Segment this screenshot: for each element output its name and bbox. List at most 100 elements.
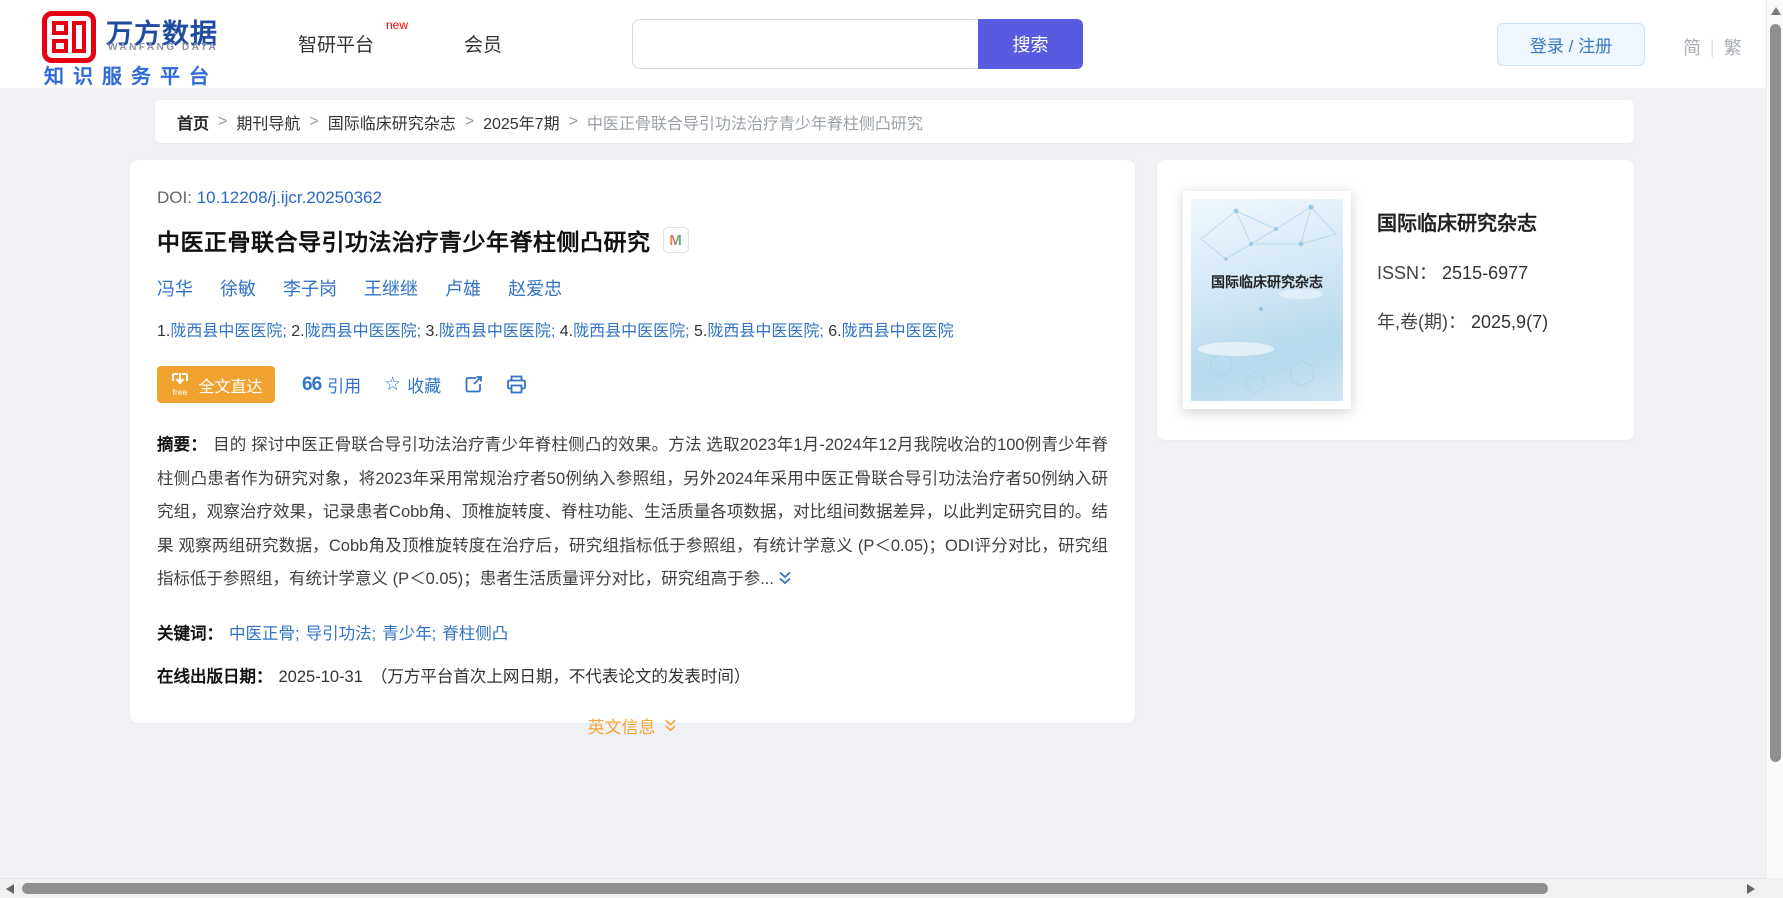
lang-traditional[interactable]: 繁 bbox=[1724, 34, 1742, 60]
favorite-button[interactable]: ☆ 收藏 bbox=[384, 372, 441, 397]
pubdate-note: （万方平台首次上网日期，不代表论文的发表时间） bbox=[370, 667, 751, 686]
brand-tagline: 知识服务平台 bbox=[44, 66, 218, 88]
journal-card: 国际临床研究杂志 国际临床研究杂志 ISSN： 2515-6977 年,卷(期)… bbox=[1157, 160, 1634, 440]
journal-name-link[interactable]: 国际临床研究杂志 bbox=[1377, 207, 1548, 236]
english-info-row: 英文信息 bbox=[157, 713, 1108, 738]
breadcrumb-home[interactable]: 首页 bbox=[177, 110, 209, 134]
affiliation-separator: ; bbox=[282, 323, 292, 340]
horizontal-scrollbar[interactable] bbox=[0, 878, 1783, 898]
affiliation-num: 3. bbox=[425, 323, 439, 340]
affiliation-num: 2. bbox=[291, 323, 305, 340]
affiliation-separator: ; bbox=[685, 323, 694, 340]
doi-label: DOI: bbox=[157, 188, 192, 207]
logo-right-block bbox=[72, 21, 86, 53]
pubdate-value: 2025-10-31 bbox=[278, 667, 363, 686]
keyword-separator: ; bbox=[295, 624, 300, 643]
issue-label: 年,卷(期)： bbox=[1377, 312, 1466, 332]
quote-icon: 66 bbox=[302, 373, 322, 395]
medline-badge-letter: M bbox=[669, 231, 682, 249]
author-link[interactable]: 赵爱忠 bbox=[508, 279, 562, 299]
affiliation-num: 4. bbox=[559, 323, 574, 340]
cite-label: 引用 bbox=[327, 377, 362, 396]
journal-cover[interactable]: 国际临床研究杂志 bbox=[1183, 191, 1351, 409]
keywords-label: 关键词： bbox=[157, 624, 223, 643]
breadcrumb-journal-nav[interactable]: 期刊导航 bbox=[236, 110, 300, 134]
abstract-label: 摘要： bbox=[157, 436, 208, 454]
author-link[interactable]: 冯华 bbox=[157, 279, 193, 299]
affiliation-link[interactable]: 陇西县中医医院 bbox=[842, 323, 954, 340]
affiliation-link[interactable]: 陇西县中医医院 bbox=[573, 323, 685, 340]
nav-item-zhiyan-platform[interactable]: 智研平台 new bbox=[298, 18, 408, 57]
cite-button[interactable]: 66 引用 bbox=[302, 372, 361, 397]
lang-simplified[interactable]: 简 bbox=[1683, 34, 1701, 60]
keyword-separator: ; bbox=[431, 624, 437, 643]
breadcrumb-journal[interactable]: 国际临床研究杂志 bbox=[328, 110, 456, 134]
affiliation-link[interactable]: 陇西县中医医院 bbox=[170, 323, 282, 340]
affiliation-separator: ; bbox=[416, 323, 426, 340]
abstract-expand-icon[interactable] bbox=[777, 565, 793, 599]
author-link[interactable]: 卢雄 bbox=[445, 279, 481, 299]
issn-value: 2515-6977 bbox=[1442, 263, 1529, 283]
issue-value: 2025,9(7) bbox=[1471, 312, 1549, 332]
language-switch: 简 | 繁 bbox=[1683, 34, 1742, 60]
scrollbar-corner bbox=[1766, 878, 1783, 898]
keyword-link[interactable]: 导引功法 bbox=[306, 625, 372, 643]
vertical-scrollbar-thumb[interactable] bbox=[1770, 24, 1781, 762]
keyword-link[interactable]: 中医正骨 bbox=[229, 625, 295, 643]
share-icon[interactable] bbox=[464, 375, 483, 394]
breadcrumb-separator: > bbox=[309, 112, 319, 130]
title-row: 中医正骨联合导引功法治疗青少年脊柱侧凸研究 M bbox=[157, 223, 1108, 257]
scroll-left-arrow[interactable] bbox=[6, 884, 14, 894]
doi-row: DOI: 10.12208/j.ijcr.20250362 bbox=[157, 188, 1108, 208]
scroll-up-arrow[interactable] bbox=[1771, 7, 1781, 15]
fulltext-free-icon: free bbox=[172, 373, 189, 397]
doi-link[interactable]: 10.12208/j.ijcr.20250362 bbox=[197, 188, 382, 207]
breadcrumb-separator: > bbox=[464, 112, 475, 130]
abstract: 摘要： 目的 探讨中医正骨联合导引功法治疗青少年脊柱侧凸的效果。方法 选取2023… bbox=[157, 429, 1108, 599]
affiliations-row: 1.陇西县中医医院; 2.陇西县中医医院; 3.陇西县中医医院; 4.陇西县中医… bbox=[157, 317, 1108, 341]
search-bar: 搜索 bbox=[632, 19, 1083, 69]
lang-divider: | bbox=[1710, 36, 1715, 57]
breadcrumb-separator: > bbox=[568, 112, 578, 130]
nav-item-member[interactable]: 会员 bbox=[464, 30, 502, 57]
author-link[interactable]: 李子岗 bbox=[283, 279, 337, 299]
horizontal-scrollbar-thumb[interactable] bbox=[22, 883, 1548, 894]
medline-badge[interactable]: M bbox=[662, 227, 689, 253]
print-icon[interactable] bbox=[506, 375, 527, 394]
article-title: 中医正骨联合导引功法治疗青少年脊柱侧凸研究 bbox=[157, 229, 651, 255]
brand-name-en: WANFANG DATA bbox=[108, 42, 219, 53]
affiliation-link[interactable]: 陇西县中医医院 bbox=[707, 323, 819, 340]
keyword-link[interactable]: 脊柱侧凸 bbox=[442, 625, 508, 643]
affiliation-num: 5. bbox=[694, 323, 708, 340]
page: 万方数据 WANFANG DATA 知识服务平台 智研平台 new 会员 搜索 … bbox=[0, 0, 1783, 898]
article-card: DOI: 10.12208/j.ijcr.20250362 中医正骨联合导引功法… bbox=[130, 160, 1135, 737]
affiliation-link[interactable]: 陇西县中医医院 bbox=[305, 323, 417, 340]
journal-issn-row: ISSN： 2515-6977 bbox=[1377, 259, 1548, 285]
affiliation-num: 6. bbox=[828, 323, 842, 340]
favorite-label: 收藏 bbox=[407, 377, 442, 396]
search-button[interactable]: 搜索 bbox=[978, 19, 1083, 69]
scroll-right-arrow[interactable] bbox=[1747, 884, 1755, 894]
affiliation-link[interactable]: 陇西县中医医院 bbox=[439, 323, 551, 340]
wanfang-logo[interactable]: 万方数据 WANFANG DATA 知识服务平台 bbox=[40, 8, 270, 88]
chevron-double-down-icon bbox=[664, 719, 676, 731]
english-info-label: 英文信息 bbox=[587, 717, 656, 737]
wanfang-logo-icon bbox=[42, 11, 96, 63]
breadcrumb-current: 中医正骨联合导引功法治疗青少年脊柱侧凸研究 bbox=[586, 115, 923, 133]
affiliation-num: 1. bbox=[157, 323, 171, 340]
author-link[interactable]: 王继继 bbox=[364, 279, 418, 299]
login-register-button[interactable]: 登录 / 注册 bbox=[1497, 23, 1645, 66]
search-input[interactable] bbox=[632, 19, 978, 69]
breadcrumb-issue[interactable]: 2025年7期 bbox=[483, 110, 560, 134]
actions-row: free 全文直达 66 引用 ☆ 收藏 bbox=[157, 366, 1108, 403]
vertical-scrollbar[interactable] bbox=[1766, 0, 1783, 878]
pubdate-label: 在线出版日期： bbox=[157, 667, 273, 686]
affiliation-separator: ; bbox=[550, 323, 560, 340]
english-info-toggle[interactable]: 英文信息 bbox=[588, 713, 678, 738]
keyword-link[interactable]: 青少年 bbox=[382, 625, 432, 643]
fulltext-label: 全文直达 bbox=[198, 378, 263, 396]
fulltext-button[interactable]: free 全文直达 bbox=[157, 366, 275, 403]
author-link[interactable]: 徐敏 bbox=[220, 279, 256, 299]
abstract-text: 目的 探讨中医正骨联合导引功法治疗青少年脊柱侧凸的效果。方法 选取2023年1月… bbox=[157, 436, 1109, 588]
journal-cover-title: 国际临床研究杂志 bbox=[1211, 273, 1323, 290]
